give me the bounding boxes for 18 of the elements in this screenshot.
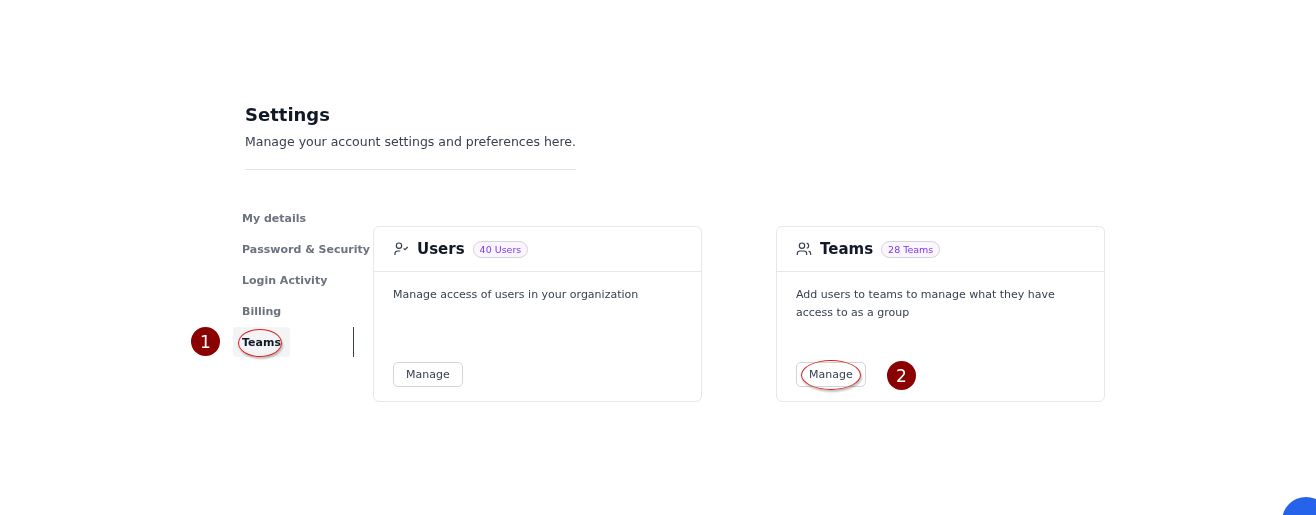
card-title: Users <box>417 240 465 258</box>
page-subtitle: Manage your account settings and preferences here. <box>245 134 577 149</box>
users-icon <box>796 241 812 257</box>
step-marker: 2 <box>887 361 916 390</box>
manage-button[interactable]: Manage <box>393 362 463 387</box>
step-marker: 1 <box>191 327 220 356</box>
count-badge: 28 Teams <box>881 240 941 258</box>
nav-item[interactable]: Password & Security <box>233 234 379 264</box>
nav-item[interactable]: Billing <box>233 296 291 326</box>
card-description: Add users to teams to manage what they have access to as a group <box>796 287 1056 321</box>
nav-item[interactable]: Teams <box>233 327 290 357</box>
page-title: Settings <box>245 104 331 125</box>
nav-item[interactable]: My details <box>233 203 316 233</box>
card-description: Manage access of users in your organization <box>393 287 640 303</box>
count-badge: 40 Users <box>472 240 529 258</box>
card-title: Teams <box>820 240 874 258</box>
user-check-icon <box>393 241 409 257</box>
nav-item[interactable]: Login Activity <box>233 265 337 295</box>
